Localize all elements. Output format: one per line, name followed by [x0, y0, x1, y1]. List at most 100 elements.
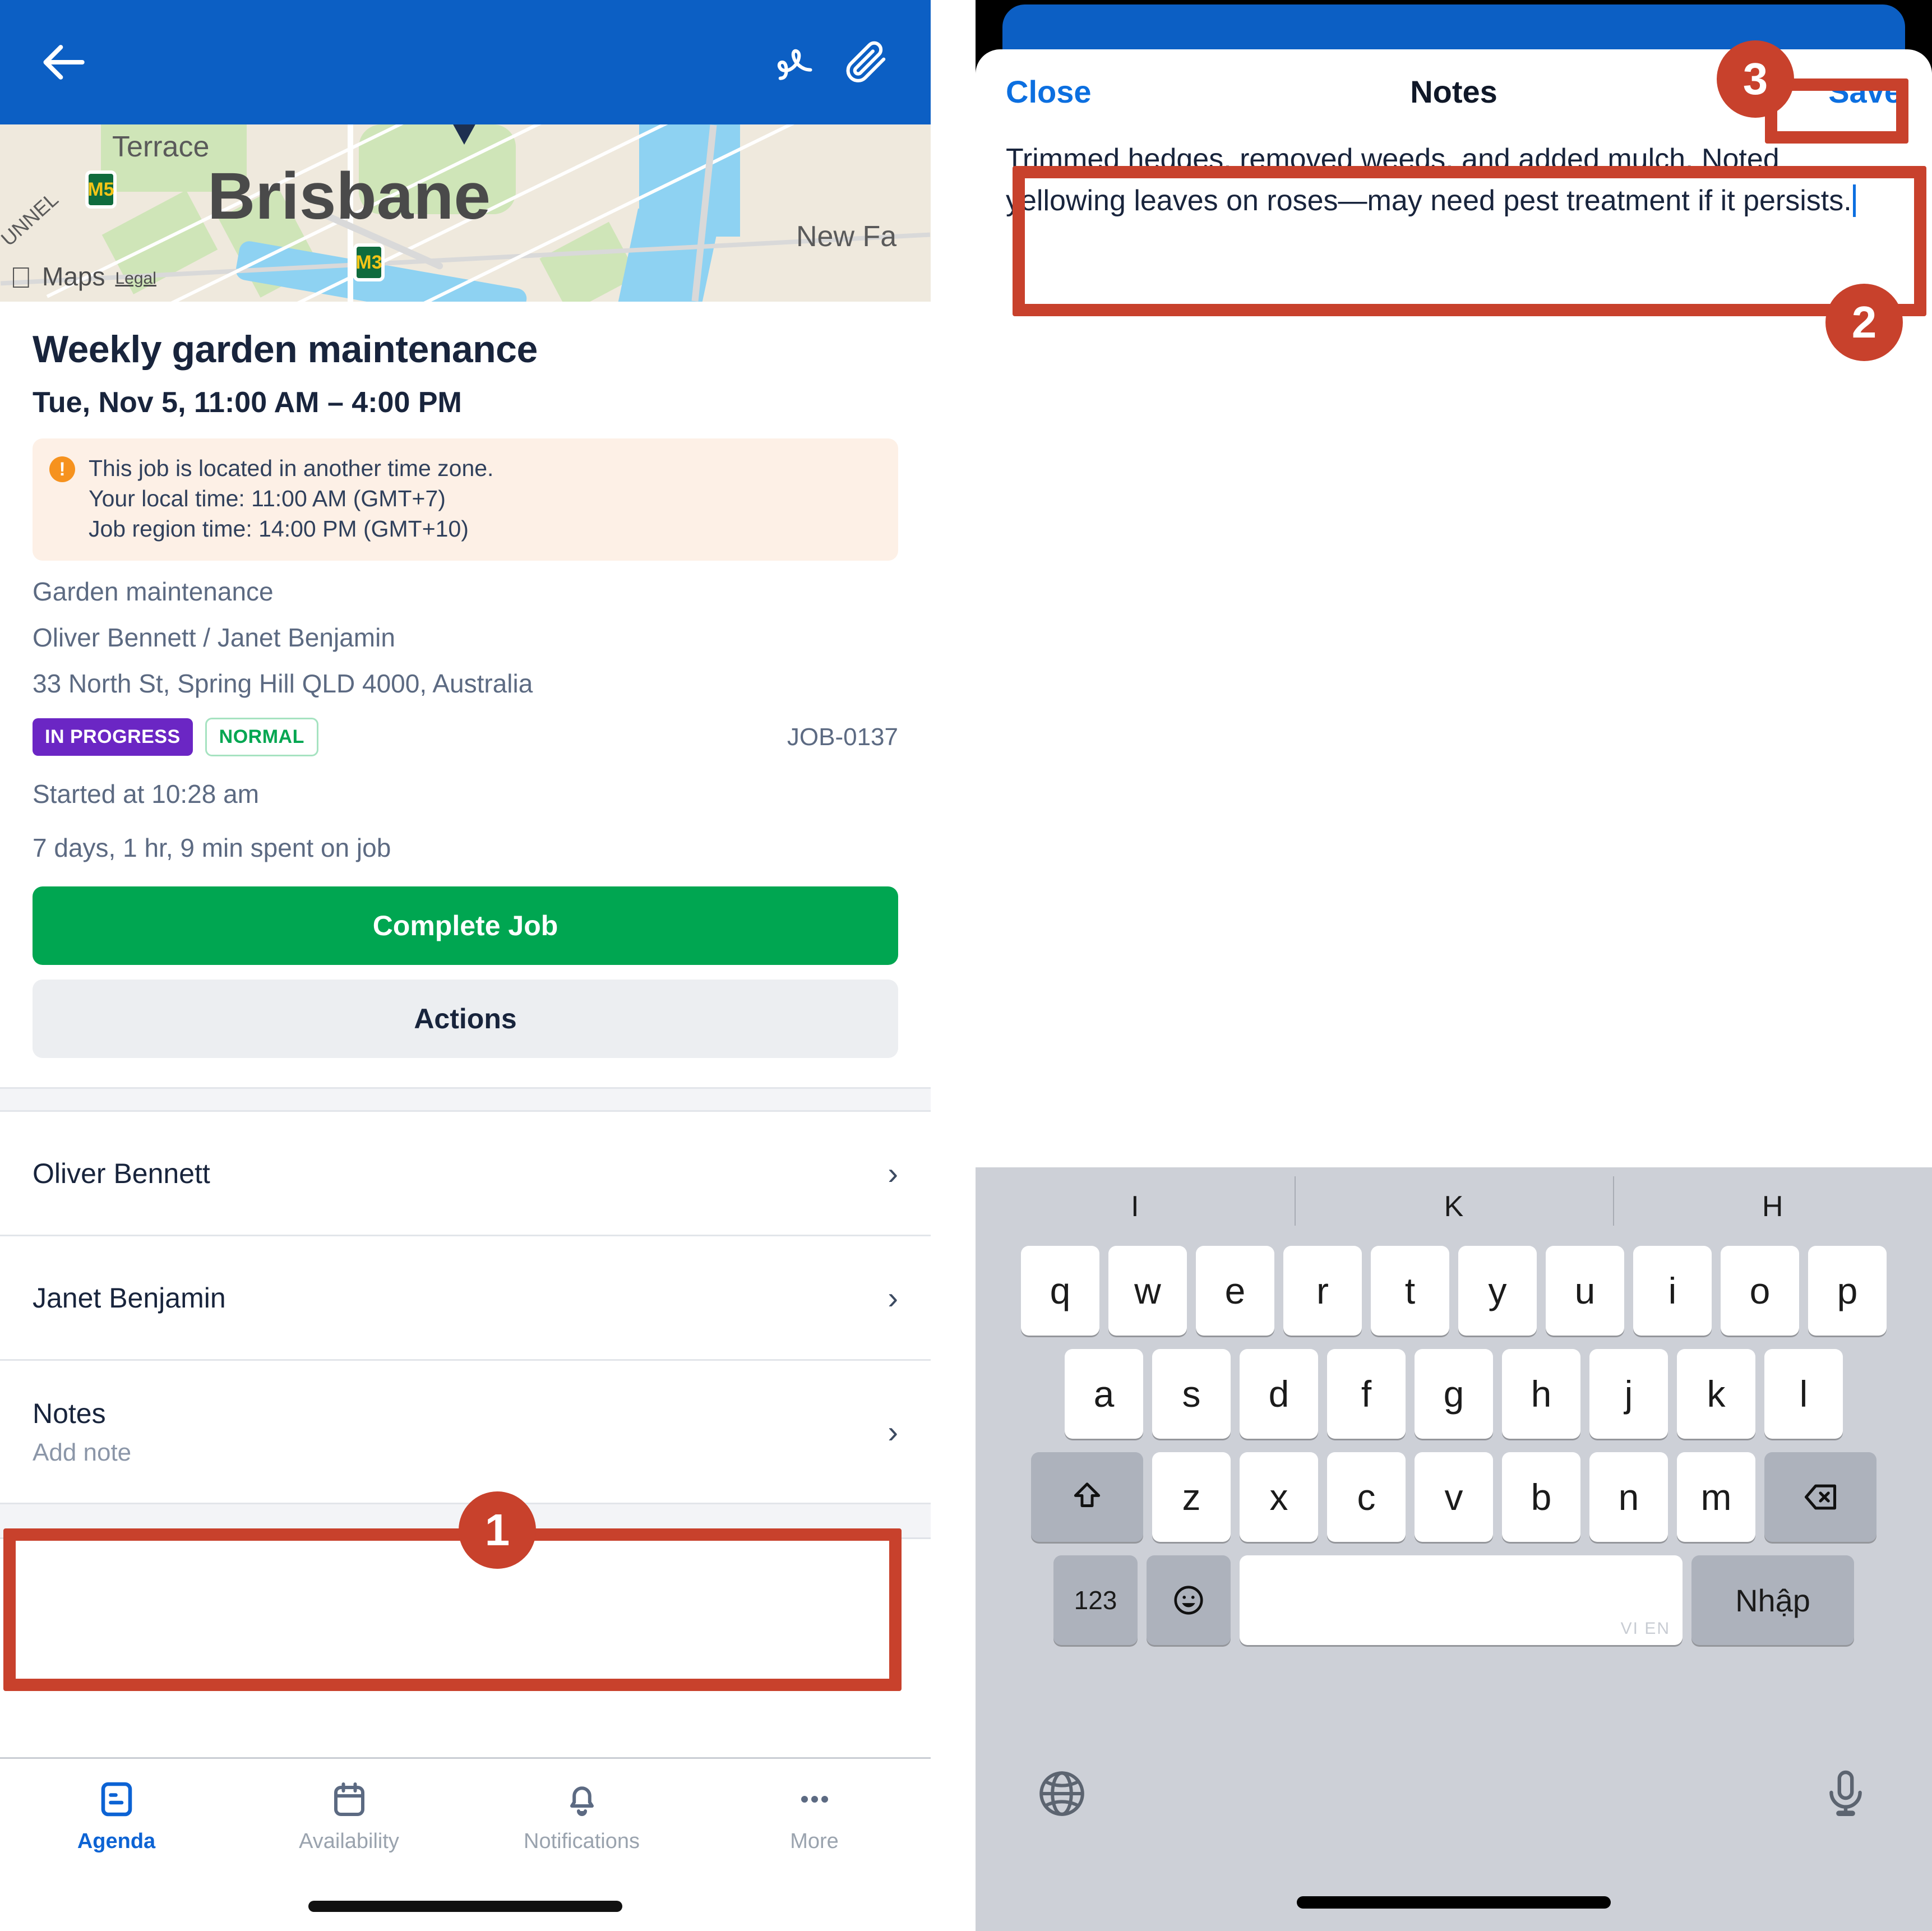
key-o[interactable]: o — [1721, 1246, 1799, 1336]
key-k[interactable]: k — [1677, 1349, 1755, 1439]
key-v[interactable]: v — [1415, 1452, 1493, 1542]
note-textarea[interactable]: Trimmed hedges, removed weeds, and added… — [976, 133, 1932, 222]
timezone-alert-line-1: This job is located in another time zone… — [89, 455, 494, 481]
chevron-right-icon: › — [888, 1413, 898, 1449]
annotation-badge-3: 3 — [1717, 40, 1794, 118]
key-h[interactable]: h — [1502, 1349, 1580, 1439]
timezone-alert-line-3: Job region time: 14:00 PM (GMT+10) — [89, 516, 469, 542]
key-n[interactable]: n — [1589, 1452, 1668, 1542]
key-i[interactable]: i — [1633, 1246, 1712, 1336]
key-x[interactable]: x — [1240, 1452, 1318, 1542]
paperclip-icon[interactable] — [832, 29, 899, 96]
job-location-map[interactable]: M5 M3 Terrace Brisbane New Fa UNNEL  Ma… — [0, 124, 931, 302]
list-item-janet-benjamin[interactable]: Janet Benjamin › — [0, 1236, 931, 1361]
home-indicator — [1297, 1896, 1611, 1909]
tab-label: Agenda — [77, 1830, 156, 1853]
tab-notifications[interactable]: Notifications — [465, 1779, 698, 1854]
tab-availability[interactable]: Availability — [233, 1779, 465, 1854]
tab-more[interactable]: More — [698, 1779, 931, 1854]
map-attribution:  Maps Legal — [10, 261, 156, 293]
tab-agenda[interactable]: Agenda — [0, 1779, 233, 1854]
tab-label: Availability — [299, 1830, 399, 1853]
home-indicator — [308, 1901, 622, 1912]
key-w[interactable]: w — [1108, 1246, 1187, 1336]
job-date-range: Tue, Nov 5, 11:00 AM – 4:00 PM — [33, 386, 462, 419]
keyboard-row-1: q w e r t y u i o p — [981, 1246, 1926, 1336]
chevron-right-icon: › — [888, 1279, 898, 1315]
job-badges-row: IN PROGRESS NORMAL JOB-0137 — [33, 718, 898, 757]
key-l[interactable]: l — [1764, 1349, 1843, 1439]
notes-modal-screen: Close Notes Save Trimmed hedges, removed… — [976, 0, 1932, 1931]
apple-logo-icon:  — [10, 264, 32, 293]
key-r[interactable]: r — [1283, 1246, 1362, 1336]
complete-job-button[interactable]: Complete Job — [33, 886, 898, 966]
key-y[interactable]: y — [1458, 1246, 1537, 1336]
shift-icon[interactable] — [1031, 1452, 1143, 1542]
suggestion-item[interactable]: K — [1294, 1176, 1614, 1226]
close-button[interactable]: Close — [1006, 73, 1092, 110]
keyboard-row-2: a s d f g h j k l — [981, 1349, 1926, 1439]
key-c[interactable]: c — [1327, 1452, 1406, 1542]
emoji-icon[interactable] — [1147, 1555, 1231, 1645]
ellipsis-icon — [794, 1779, 835, 1819]
job-address: 33 North St, Spring Hill QLD 4000, Austr… — [33, 669, 533, 699]
list-item-label: Oliver Bennett — [33, 1157, 210, 1189]
calendar-icon — [329, 1779, 369, 1819]
signature-icon[interactable] — [765, 29, 832, 96]
annotation-badge-1: 1 — [459, 1491, 536, 1569]
list-item-oliver-bennett[interactable]: Oliver Bennett › — [0, 1112, 931, 1237]
key-f[interactable]: f — [1327, 1349, 1406, 1439]
keyboard-bottom-row — [976, 1740, 1932, 1847]
job-detail-content: Weekly garden maintenance Tue, Nov 5, 11… — [0, 327, 931, 1059]
save-button[interactable]: Save — [1828, 73, 1902, 110]
key-g[interactable]: g — [1415, 1349, 1493, 1439]
actions-button[interactable]: Actions — [33, 980, 898, 1059]
warning-icon: ! — [49, 456, 75, 482]
screenshot-stage: M5 M3 Terrace Brisbane New Fa UNNEL  Ma… — [0, 0, 1932, 1931]
chevron-right-icon: › — [888, 1155, 898, 1191]
microphone-icon[interactable] — [1819, 1767, 1873, 1821]
key-z[interactable]: z — [1152, 1452, 1231, 1542]
keyboard-rows: q w e r t y u i o p a s d f g h j k l z … — [976, 1246, 1932, 1645]
key-p[interactable]: p — [1808, 1246, 1887, 1336]
section-divider — [0, 1087, 931, 1112]
key-e[interactable]: e — [1196, 1246, 1274, 1336]
app-top-bar — [0, 0, 931, 124]
space-key[interactable]: VI EN — [1240, 1555, 1683, 1645]
key-s[interactable]: s — [1152, 1349, 1231, 1439]
status-badge: IN PROGRESS — [33, 718, 193, 756]
suggestion-item[interactable]: I — [976, 1190, 1295, 1223]
tab-label: Notifications — [524, 1830, 640, 1853]
map-shield-m5: M5 — [85, 170, 117, 209]
key-a[interactable]: a — [1065, 1349, 1143, 1439]
key-q[interactable]: q — [1021, 1246, 1099, 1336]
key-j[interactable]: j — [1589, 1349, 1668, 1439]
key-b[interactable]: b — [1502, 1452, 1580, 1542]
enter-key[interactable]: Nhập — [1691, 1555, 1854, 1645]
key-m[interactable]: m — [1677, 1452, 1755, 1542]
backspace-icon[interactable] — [1764, 1452, 1876, 1542]
timezone-alert-line-2: Your local time: 11:00 AM (GMT+7) — [89, 486, 446, 512]
suggestion-item[interactable]: H — [1613, 1176, 1932, 1226]
back-arrow-icon[interactable] — [31, 29, 99, 96]
list-item-label: Janet Benjamin — [33, 1282, 226, 1314]
globe-icon[interactable] — [1035, 1767, 1089, 1821]
space-language-hint: VI EN — [1620, 1619, 1670, 1638]
key-t[interactable]: t — [1371, 1246, 1449, 1336]
list-item-notes[interactable]: Notes Add note › — [0, 1361, 931, 1505]
map-attribution-label: Maps — [20, 262, 105, 291]
page-title: Weekly garden maintenance — [33, 328, 538, 371]
priority-badge: NORMAL — [205, 718, 318, 757]
key-u[interactable]: u — [1546, 1246, 1624, 1336]
map-legal-link[interactable]: Legal — [115, 269, 156, 292]
job-code: JOB-0137 — [787, 723, 898, 751]
numbers-key[interactable]: 123 — [1053, 1555, 1138, 1645]
key-d[interactable]: d — [1240, 1349, 1318, 1439]
tab-label: More — [790, 1830, 839, 1853]
keyboard-suggestion-bar: I K H — [976, 1167, 1932, 1246]
job-detail-screen: M5 M3 Terrace Brisbane New Fa UNNEL  Ma… — [0, 0, 931, 1931]
job-started-at: Started at 10:28 am — [33, 779, 260, 809]
keyboard-row-4: 123 VI EN Nhập — [981, 1555, 1926, 1645]
note-text: Trimmed hedges, removed weeds, and added… — [1006, 143, 1852, 217]
job-category: Garden maintenance — [33, 577, 274, 607]
